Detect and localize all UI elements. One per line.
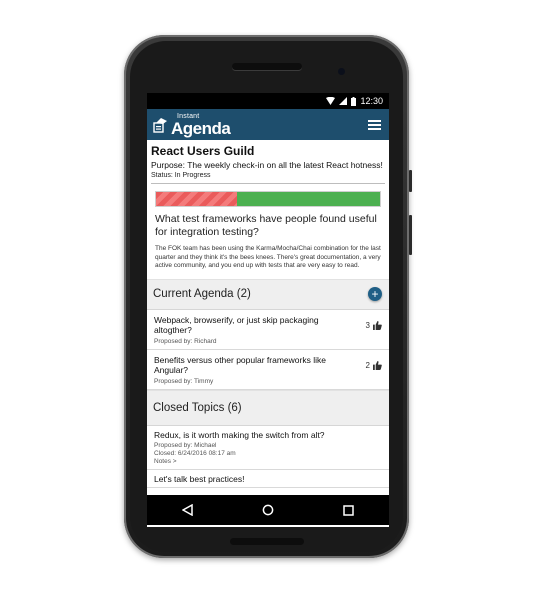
agenda-item[interactable]: Webpack, browserify, or just skip packag… <box>147 310 389 350</box>
add-topic-button[interactable]: + <box>368 287 382 301</box>
closed-topics-title: Closed Topics (6) <box>153 401 242 414</box>
current-topic: What test frameworks have people found u… <box>147 207 389 271</box>
vote-count-value: 3 <box>365 321 370 330</box>
agenda-item-proposer: Proposed by: Timmy <box>154 377 214 385</box>
agenda-item-title: Benefits versus other popular frameworks… <box>154 354 326 375</box>
front-camera <box>338 68 345 75</box>
wifi-icon <box>326 97 336 105</box>
agenda-item-title: Webpack, browserify, or just skip packag… <box>154 314 319 335</box>
app-logo[interactable]: Instant Agenda <box>153 113 231 138</box>
meeting-header: React Users Guild Purpose: The weekly ch… <box>147 140 389 181</box>
vote-count[interactable]: 2 <box>366 357 382 375</box>
thumbs-up-icon[interactable] <box>373 361 382 370</box>
plus-icon: + <box>371 287 379 301</box>
agenda-logo-icon <box>153 117 167 133</box>
thumbs-up-icon[interactable] <box>373 321 382 330</box>
meeting-title: React Users Guild <box>151 144 255 158</box>
logo-big-text: Agenda <box>171 118 231 138</box>
volume-button <box>409 215 412 255</box>
vote-count[interactable]: 3 <box>366 317 382 335</box>
status-time: 12:30 <box>360 96 383 106</box>
power-button <box>409 170 412 192</box>
phone-screen: 12:30 Instant Agenda React Users Guild P… <box>147 93 389 527</box>
closed-topic-item[interactable]: Redux, is it worth making the switch fro… <box>147 426 389 470</box>
closed-topic-title: Redux, is it worth making the switch fro… <box>154 429 325 440</box>
meeting-progress-bar <box>155 191 381 207</box>
closed-topics-header: Closed Topics (6) <box>147 389 389 426</box>
vote-count-value: 2 <box>365 361 370 370</box>
home-circle-icon[interactable] <box>261 503 275 517</box>
status-bar: 12:30 <box>147 93 389 109</box>
back-triangle-icon[interactable] <box>180 503 194 517</box>
app-bar: Instant Agenda <box>147 109 389 140</box>
android-nav-bar <box>147 495 389 525</box>
closed-topic-title: Let's talk best practices! <box>154 473 245 484</box>
battery-icon <box>351 96 357 106</box>
bottom-speaker <box>230 538 304 545</box>
closed-topic-notes-link[interactable]: Notes > <box>154 458 382 466</box>
header-divider <box>151 183 385 184</box>
recents-square-icon[interactable] <box>342 503 356 517</box>
meeting-status: Status: In Progress <box>151 172 211 179</box>
current-topic-title: What test frameworks have people found u… <box>155 213 377 238</box>
current-agenda-header: Current Agenda (2) + <box>147 278 389 310</box>
current-topic-body: The FOK team has been using the Karma/Mo… <box>155 245 381 269</box>
current-agenda-title: Current Agenda (2) <box>153 288 251 300</box>
signal-icon <box>339 97 348 105</box>
progress-elapsed <box>156 192 237 206</box>
progress-remaining <box>236 192 380 206</box>
closed-topic-item[interactable]: Let's talk best practices! <box>147 470 389 488</box>
meeting-content: React Users Guild Purpose: The weekly ch… <box>147 140 389 488</box>
closed-topic-date: Closed: 6/24/2016 08:17 am <box>154 449 236 457</box>
top-speaker <box>232 63 302 70</box>
hamburger-menu-icon[interactable] <box>368 119 381 130</box>
agenda-item-proposer: Proposed by: Richard <box>154 337 217 345</box>
meeting-purpose: Purpose: The weekly check-in on all the … <box>151 160 383 170</box>
closed-topic-proposer: Proposed by: Michael <box>154 441 217 449</box>
agenda-item[interactable]: Benefits versus other popular frameworks… <box>147 350 389 390</box>
